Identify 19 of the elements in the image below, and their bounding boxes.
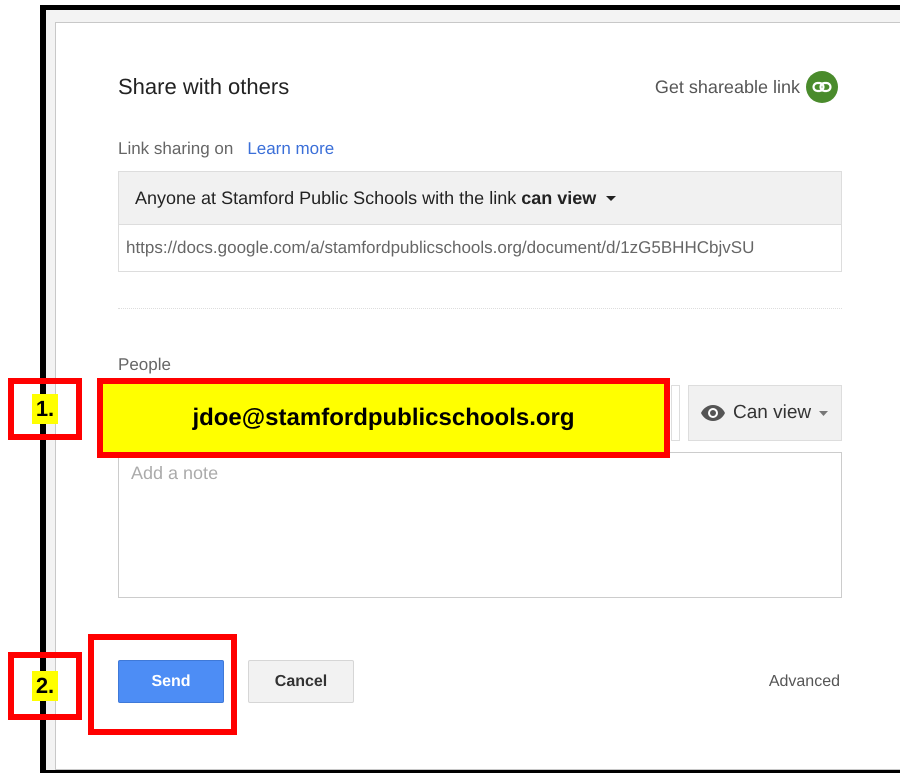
link-url-field[interactable]: https://docs.google.com/a/stamfordpublicschools.org/document/d/1zG5BHHCbjvSU [118,225,842,272]
caret-icon [606,196,616,200]
shareable-link[interactable]: Get shareable link [654,76,800,98]
link-sharing-label: Link sharing on [118,139,234,159]
dialog-title: Share with others [118,74,290,100]
link-icon[interactable] [806,71,838,103]
eye-icon [701,405,725,421]
permission-dropdown[interactable]: Can view [688,385,842,441]
people-input[interactable] [671,385,680,441]
step-label: 2. [32,671,58,701]
learn-more-link[interactable]: Learn more [247,139,334,159]
advanced-link[interactable]: Advanced [768,672,840,690]
access-dropdown[interactable]: Anyone at Stamford Public Schools with the link can view [118,171,842,225]
people-label: People [118,355,172,375]
email-label: jdoe@stamfordpublicschools.org [192,404,575,432]
step-label: 1. [32,394,58,424]
cancel-button[interactable]: Cancel [248,660,354,703]
caret-icon [819,410,828,416]
note-field[interactable]: Add a note [118,452,842,598]
